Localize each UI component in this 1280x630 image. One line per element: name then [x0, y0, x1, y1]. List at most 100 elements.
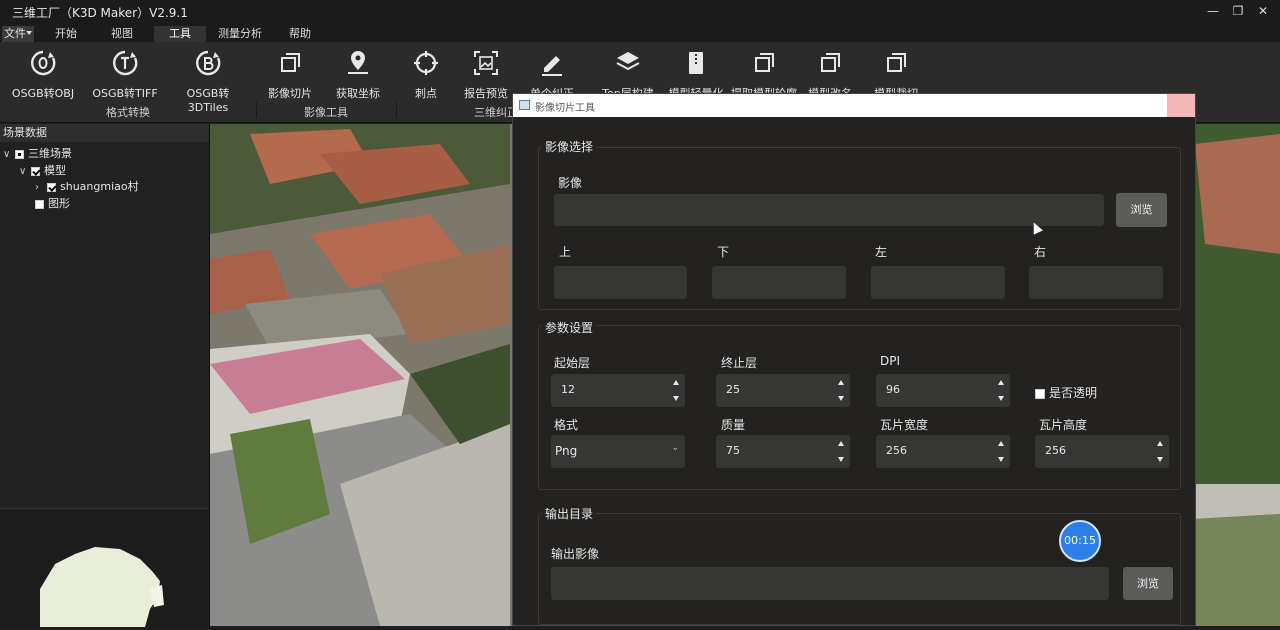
osgb-to-obj-button[interactable]: OSGB转OBJ [8, 48, 78, 101]
output-image-label: 输出影像 [551, 547, 600, 561]
spin-down-icon[interactable] [838, 457, 844, 462]
checkbox-box[interactable] [1035, 388, 1045, 399]
tile-width-spinbox[interactable]: 256 [876, 435, 1010, 468]
dpi-spinbox[interactable]: 96 [876, 374, 1010, 407]
image-tile-icon [281, 53, 300, 72]
copy-icon [755, 53, 774, 72]
tree-item-scene[interactable]: ∨ 三维场景 [3, 146, 72, 162]
chevron-right-icon[interactable]: › [35, 180, 45, 196]
spin-value: 256 [1045, 444, 1066, 457]
section-title: 参数设置 [542, 319, 597, 336]
start-level-spinbox[interactable]: 12 [551, 374, 685, 407]
spin-up-icon[interactable] [1157, 441, 1163, 446]
tree-label: 三维场景 [28, 147, 72, 160]
transparent-checkbox[interactable]: 是否透明 [1035, 384, 1097, 401]
tile-height-spinbox[interactable]: 256 [1035, 435, 1169, 468]
image-label: 影像 [558, 176, 583, 190]
recording-timer[interactable]: 00:15 [1059, 520, 1101, 562]
section-title: 影像选择 [542, 138, 597, 155]
spin-up-icon[interactable] [673, 380, 679, 385]
tree-label: shuangmiao村 [60, 180, 139, 193]
chevron-down-icon[interactable]: ∨ [3, 147, 13, 163]
bound-left-field[interactable] [871, 266, 1005, 299]
quality-label: 质量 [721, 418, 746, 432]
format-select[interactable]: Png ⌄ [551, 435, 685, 468]
start-level-label: 起始层 [554, 356, 591, 370]
tool-label: 刺点 [415, 87, 437, 100]
copy-icon [821, 53, 840, 72]
minimize-icon[interactable]: — [1206, 4, 1220, 18]
file-menu-button[interactable]: 文件 [2, 26, 34, 42]
chevron-down-icon: ⌄ [671, 443, 679, 453]
bound-bottom-field[interactable] [712, 266, 846, 299]
spin-down-icon[interactable] [838, 396, 844, 401]
dpi-label: DPI [880, 354, 901, 368]
end-level-label: 终止层 [721, 356, 758, 370]
spin-up-icon[interactable] [838, 380, 844, 385]
bound-top-field[interactable] [554, 266, 687, 299]
spin-up-icon[interactable] [998, 380, 1004, 385]
tree-item-model[interactable]: ∨ 模型 [19, 163, 66, 179]
spin-up-icon[interactable] [998, 441, 1004, 446]
dialog-close-button[interactable] [1167, 94, 1195, 117]
tool-label: 影像切片 [268, 87, 312, 100]
bound-left-label: 左 [875, 245, 888, 259]
chevron-down-icon [26, 31, 32, 35]
pierce-point-button[interactable]: 刺点 [400, 48, 452, 101]
end-level-spinbox[interactable]: 25 [716, 374, 850, 407]
browse-output-button[interactable]: 浏览 [1123, 567, 1173, 600]
get-coordinate-button[interactable]: 获取坐标 [330, 48, 386, 101]
group-image-tools: 影像工具 [304, 106, 348, 119]
terrain-thumbnail [40, 547, 164, 627]
tree-checkbox[interactable] [15, 149, 24, 159]
dialog-title: 影像切片工具 [535, 103, 595, 114]
spin-down-icon[interactable] [998, 457, 1004, 462]
spin-down-icon[interactable] [998, 396, 1004, 401]
chevron-down-icon[interactable]: ∨ [19, 164, 29, 180]
panel-title: 场景数据 [0, 124, 209, 142]
tile-height-label: 瓦片高度 [1039, 418, 1088, 432]
spin-up-icon[interactable] [838, 441, 844, 446]
close-icon[interactable]: ✕ [1256, 4, 1270, 18]
menu-bar: 文件 开始 视图 工具 测量分析 帮助 [0, 24, 1280, 42]
tool-label: OSGB转TIFF [92, 87, 158, 100]
image-tile-button[interactable]: 影像切片 [262, 48, 318, 101]
osgb-to-3dtiles-icon [196, 50, 221, 76]
overview-map[interactable] [0, 508, 208, 627]
quality-spinbox[interactable]: 75 [716, 435, 850, 468]
title-bar: 三维工厂（K3D Maker）V2.9.1 — ❐ ✕ [0, 0, 1280, 24]
crosshair-icon [414, 51, 438, 75]
image-path-field[interactable] [554, 194, 1104, 226]
dialog-title-bar[interactable]: 影像切片工具 [513, 94, 1195, 117]
tree-checkbox[interactable] [31, 166, 40, 176]
tab-measure[interactable]: 测量分析 [212, 26, 268, 42]
spin-down-icon[interactable] [1157, 457, 1163, 462]
tab-start[interactable]: 开始 [44, 26, 88, 42]
tab-help[interactable]: 帮助 [278, 26, 322, 42]
tree-item-village[interactable]: › shuangmiao村 [35, 179, 139, 195]
tree-item-graphics[interactable]: 图形 [35, 196, 70, 212]
tab-view[interactable]: 视图 [100, 26, 144, 42]
location-pin-icon [348, 51, 368, 74]
spin-value: 25 [726, 383, 740, 396]
section-title: 输出目录 [542, 505, 597, 522]
output-path-field[interactable] [551, 567, 1109, 600]
report-preview-button[interactable]: 报告预览 [460, 48, 512, 101]
osgb-to-obj-icon [31, 50, 56, 76]
pencil-icon [542, 56, 562, 76]
group-divider [396, 102, 397, 118]
browse-image-button[interactable]: 浏览 [1116, 193, 1167, 227]
bound-right-field[interactable] [1029, 266, 1163, 299]
spin-value: 75 [726, 444, 740, 457]
tree-checkbox[interactable] [47, 182, 56, 192]
restore-icon[interactable]: ❐ [1231, 4, 1245, 18]
report-preview-icon [474, 51, 498, 75]
tool-label: OSGB转OBJ [11, 87, 75, 100]
tab-tools[interactable]: 工具 [154, 26, 206, 42]
osgb-to-tiff-button[interactable]: OSGB转TIFF [90, 48, 160, 101]
tool-label: 获取坐标 [336, 87, 380, 100]
tree-label: 图形 [48, 197, 70, 210]
copy-icon [887, 53, 906, 72]
tree-checkbox[interactable] [35, 199, 44, 209]
spin-down-icon[interactable] [673, 396, 679, 401]
